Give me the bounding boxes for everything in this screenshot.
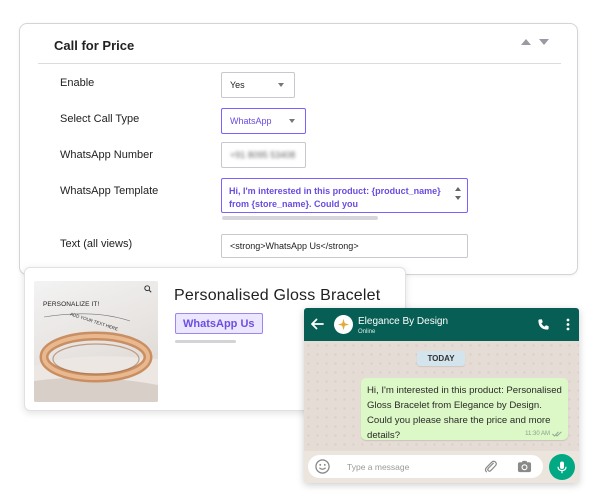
call-type-select-value: WhatsApp bbox=[230, 116, 272, 126]
text-all-views-input[interactable]: <strong>WhatsApp Us</strong> bbox=[221, 234, 468, 258]
mic-icon bbox=[557, 461, 567, 473]
chat-body: TODAY Hi, I'm interested in this product… bbox=[304, 341, 579, 451]
whatsapp-us-button[interactable]: WhatsApp Us bbox=[175, 313, 263, 334]
collapse-up-icon[interactable] bbox=[521, 39, 531, 45]
message-bubble[interactable]: Hi, I'm interested in this product: Pers… bbox=[361, 378, 568, 441]
whatsapp-template-value: Hi, I'm interested in this product: {pro… bbox=[229, 186, 441, 209]
spinner-icon[interactable] bbox=[455, 187, 461, 200]
product-title: Personalised Gloss Bracelet bbox=[174, 287, 381, 304]
avatar[interactable] bbox=[334, 315, 353, 334]
double-check-icon bbox=[552, 431, 562, 437]
collapse-controls bbox=[521, 39, 549, 45]
emoji-icon[interactable] bbox=[315, 459, 330, 474]
price-placeholder-bar bbox=[175, 340, 236, 343]
contact-name: Elegance By Design bbox=[358, 316, 449, 327]
mic-button[interactable] bbox=[549, 454, 575, 480]
camera-icon[interactable] bbox=[517, 459, 532, 474]
whatsapp-number-input[interactable]: +91 8095 53408 bbox=[221, 142, 306, 168]
whatsapp-template-textarea[interactable]: Hi, I'm interested in this product: {pro… bbox=[221, 178, 468, 213]
back-arrow-icon[interactable] bbox=[310, 317, 324, 331]
whatsapp-number-label: WhatsApp Number bbox=[60, 149, 153, 161]
call-type-label: Select Call Type bbox=[60, 113, 140, 125]
enable-label: Enable bbox=[60, 77, 95, 89]
dropdown-caret-icon bbox=[278, 83, 284, 87]
textarea-scrollbar[interactable] bbox=[222, 216, 378, 220]
image-caption: PERSONALIZE IT! bbox=[43, 301, 100, 308]
call-for-price-settings-panel: Call for Price Enable Yes Select Call Ty… bbox=[19, 23, 578, 275]
call-type-select[interactable]: WhatsApp bbox=[221, 108, 306, 134]
text-all-views-value: <strong>WhatsApp Us</strong> bbox=[230, 241, 359, 251]
avatar-sparkle-icon bbox=[337, 318, 350, 331]
message-input[interactable]: Type a message bbox=[308, 455, 543, 478]
bracelet-illustration bbox=[34, 313, 158, 402]
date-label: TODAY bbox=[417, 351, 465, 366]
message-input-placeholder: Type a message bbox=[347, 462, 410, 472]
enable-select[interactable]: Yes bbox=[221, 72, 295, 98]
text-all-views-label: Text (all views) bbox=[60, 238, 133, 250]
more-icon[interactable] bbox=[566, 318, 570, 331]
collapse-down-icon[interactable] bbox=[539, 39, 549, 45]
enable-select-value: Yes bbox=[230, 80, 245, 90]
contact-status: Online bbox=[358, 329, 376, 335]
zoom-icon[interactable] bbox=[144, 285, 152, 293]
message-time: 11:30 AM bbox=[525, 431, 550, 437]
whatsapp-template-label: WhatsApp Template bbox=[60, 185, 159, 197]
chat-header: Elegance By Design Online bbox=[304, 308, 579, 341]
message-meta: 11:30 AM bbox=[525, 431, 562, 437]
attach-icon[interactable] bbox=[483, 459, 498, 474]
chat-footer: Type a message bbox=[304, 451, 579, 483]
phone-icon[interactable] bbox=[537, 318, 550, 331]
dropdown-caret-icon bbox=[289, 119, 295, 123]
product-image[interactable]: PERSONALIZE IT! ADD YOUR TEXT HERE bbox=[34, 281, 158, 402]
settings-title: Call for Price bbox=[54, 38, 135, 53]
divider bbox=[38, 63, 561, 64]
whatsapp-chat-window: Elegance By Design Online TODAY Hi, I'm … bbox=[304, 308, 579, 483]
whatsapp-number-value: +91 8095 53408 bbox=[230, 150, 296, 160]
